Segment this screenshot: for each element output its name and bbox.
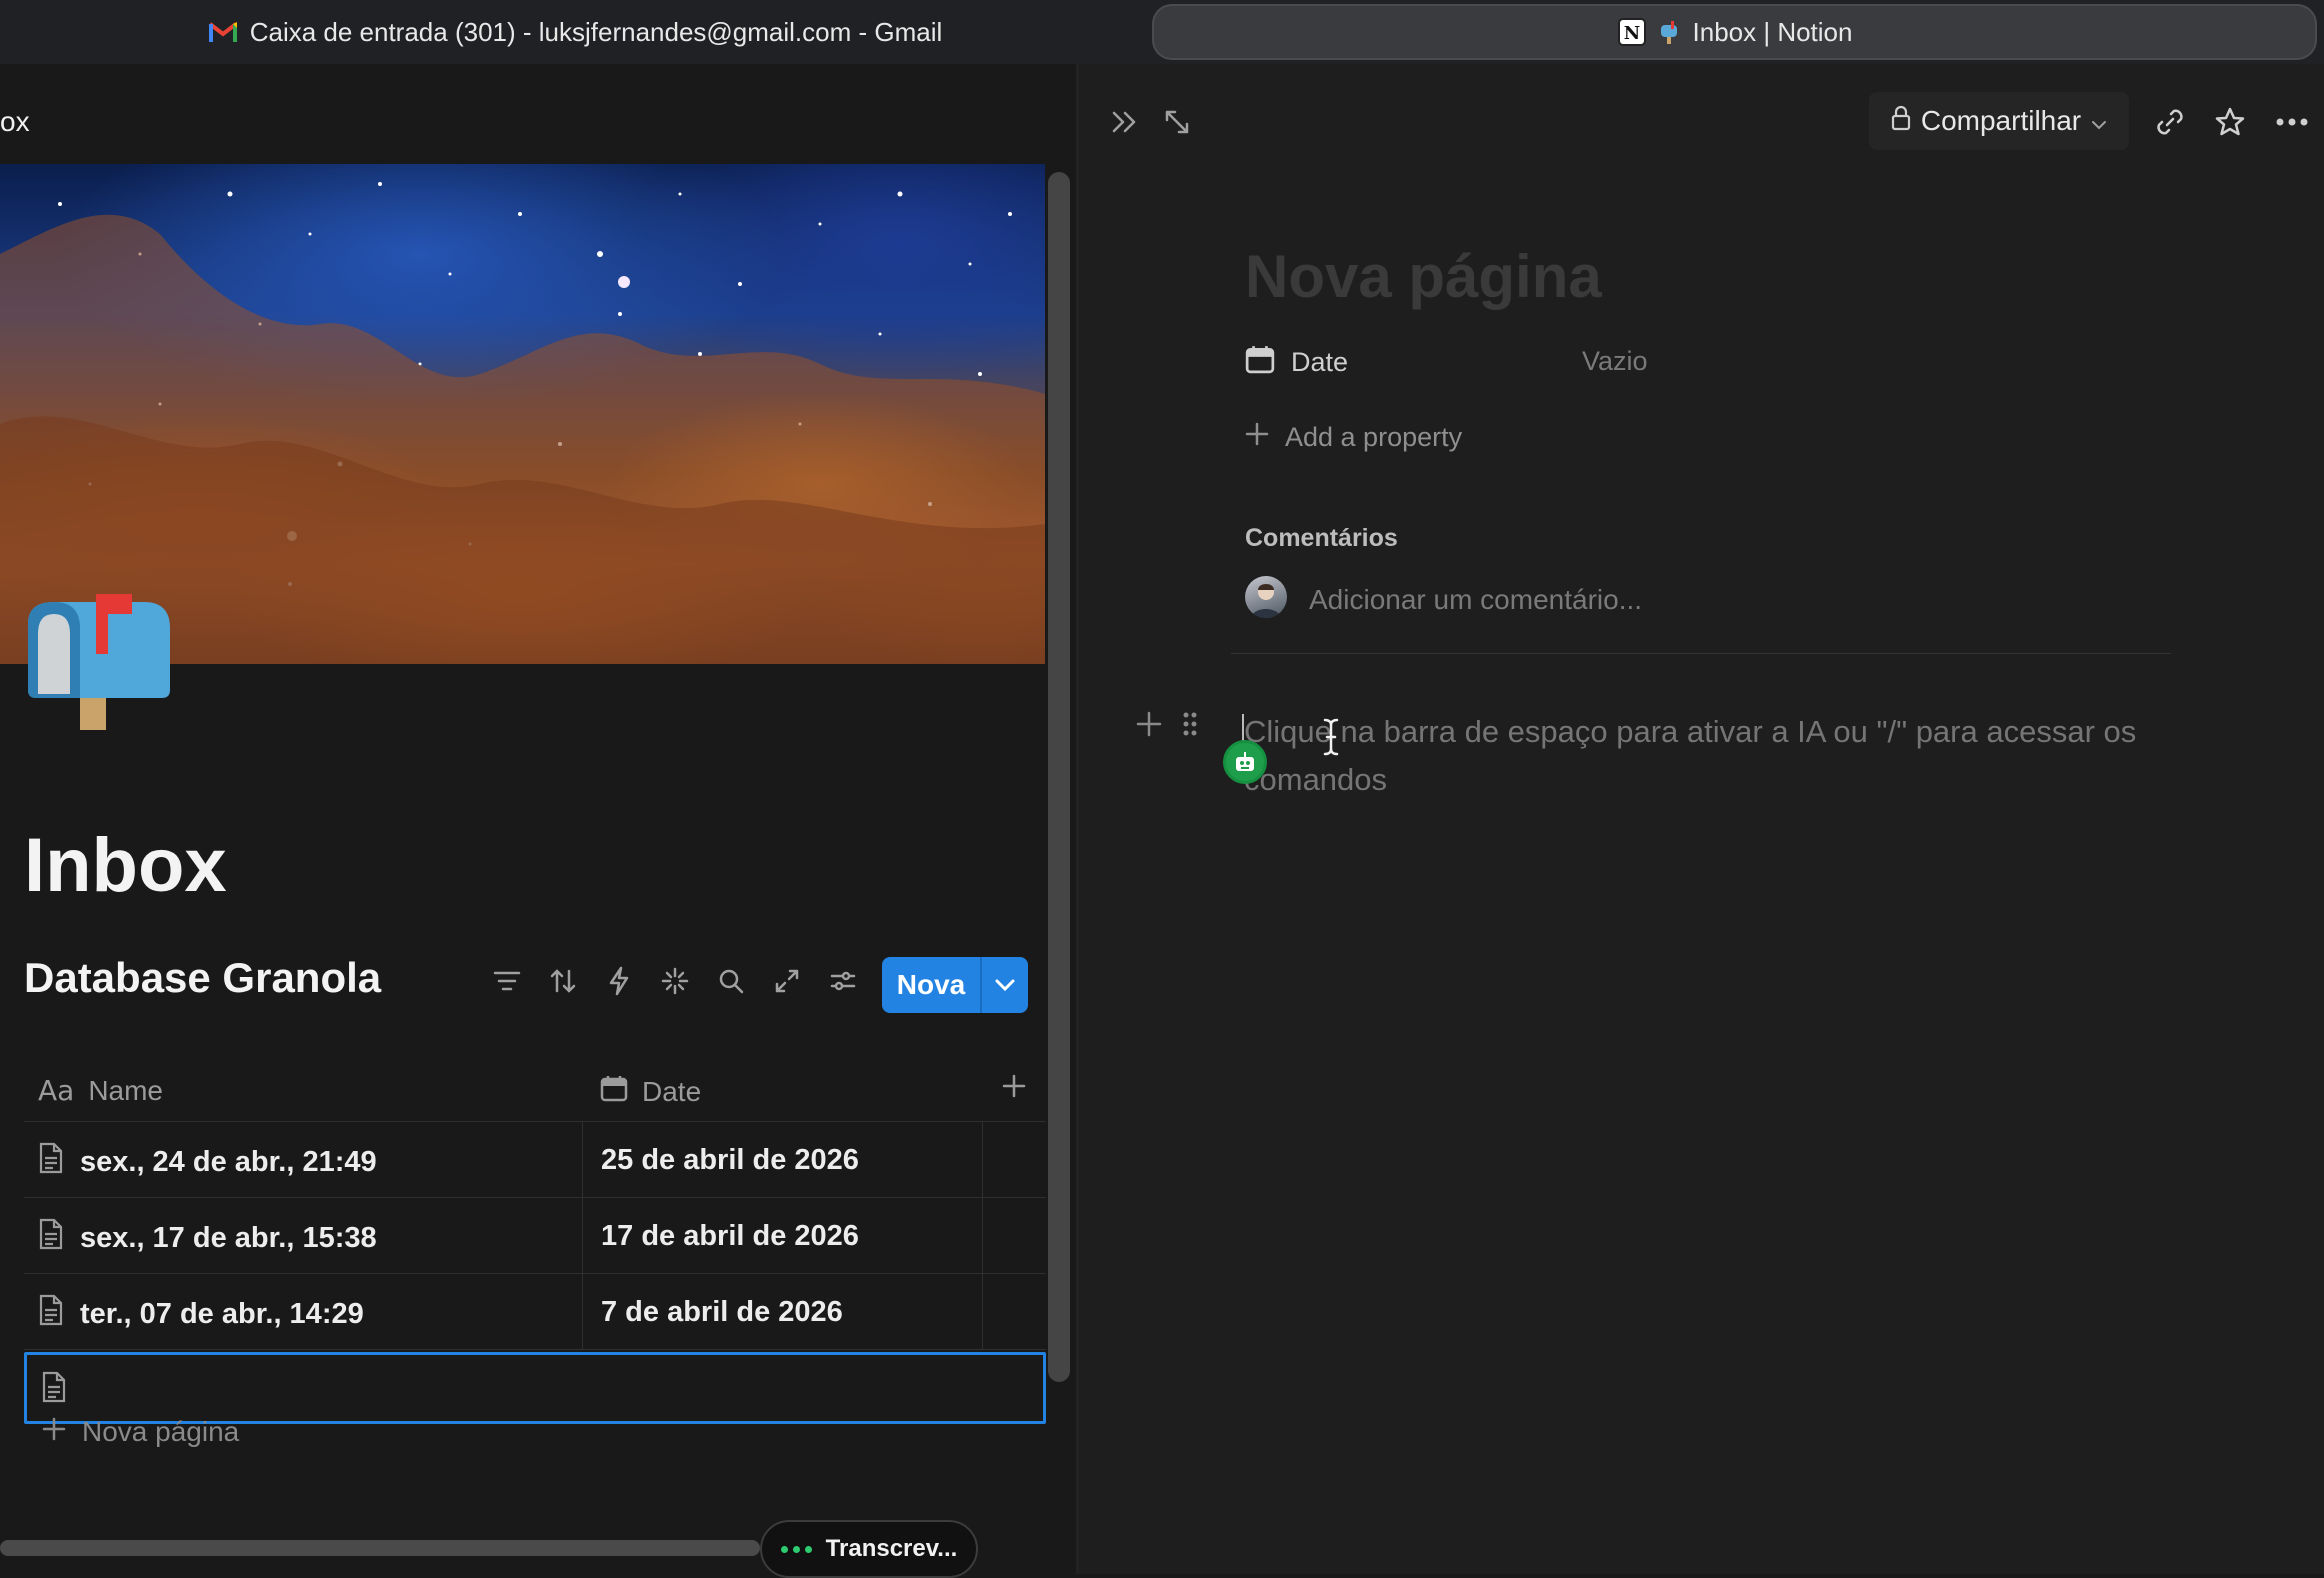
database-title[interactable]: Database Granola [24,954,381,1002]
open-full-page-icon[interactable] [1157,102,1197,142]
automation-icon[interactable] [600,962,637,999]
plus-icon [1245,422,1269,453]
browser-tab-bar: Caixa de entrada (301) - luksjfernandes@… [0,0,2324,64]
add-property-button[interactable]: Add a property [1245,422,1462,453]
table-header: Aa Name Date [24,1064,1046,1122]
new-entry-button[interactable]: Nova [882,957,1028,1013]
tab-notion[interactable]: N Inbox | Notion [1152,4,2317,60]
close-peek-icon[interactable] [1105,102,1145,142]
text-type-icon: Aa [38,1074,75,1107]
cover-image[interactable] [0,164,1045,664]
document-icon [41,1371,67,1408]
gmail-icon [208,20,238,44]
filter-icon[interactable] [488,962,525,999]
page-title[interactable]: Inbox [24,822,227,909]
star-icon[interactable] [2210,102,2250,142]
column-header-name[interactable]: Aa Name [38,1074,163,1107]
add-column-icon[interactable] [1000,1072,1028,1107]
new-page-label: Nova página [82,1416,240,1447]
column-header-date[interactable]: Date [600,1074,701,1109]
property-date[interactable]: Date [1245,344,1348,381]
drag-handle-icon[interactable] [1181,710,1199,743]
calendar-icon [600,1074,628,1109]
document-icon [38,1142,64,1182]
database-page-pane: ox Inbox Database Granola Nova Aa Name D… [0,64,1076,1578]
transcription-label: Transcrev... [825,1535,958,1562]
share-label: Compartilhar [1920,105,2082,136]
new-page-row-button[interactable]: Nova página [24,1416,239,1448]
search-icon[interactable] [712,962,749,999]
horizontal-scrollbar[interactable] [0,1540,760,1556]
calendar-icon [1245,344,1275,381]
row-name[interactable]: sex., 17 de abr., 15:38 [80,1222,377,1255]
database-toolbar [488,962,861,999]
transcription-pill[interactable]: Transcrev... [760,1520,978,1578]
notion-icon: N [1617,17,1647,47]
settings-icon[interactable] [824,962,861,999]
expand-icon[interactable] [768,962,805,999]
avatar [1245,576,1287,618]
ai-sparkle-icon[interactable] [656,962,693,999]
table-row[interactable]: sex., 24 de abr., 21:49 25 de abril de 2… [24,1122,1046,1198]
chevron-down-icon [2091,105,2107,137]
plus-icon [42,1416,66,1448]
document-icon [38,1294,64,1334]
sort-icon[interactable] [544,962,581,999]
share-button[interactable]: Compartilhar [1869,92,2129,150]
table-row-new-selected[interactable] [24,1352,1046,1424]
new-entry-label[interactable]: Nova [882,957,980,1013]
text-cursor-icon [1322,718,1340,761]
add-property-label: Add a property [1285,422,1463,452]
table-row[interactable]: ter., 07 de abr., 14:29 7 de abril de 20… [24,1274,1046,1350]
database-table: Aa Name Date sex., 24 de abr., 21:49 25 … [24,1064,1046,1424]
row-date[interactable]: 7 de abril de 2026 [601,1296,843,1329]
tab-gmail[interactable]: Caixa de entrada (301) - luksjfernandes@… [60,4,1090,60]
row-date[interactable]: 25 de abril de 2026 [601,1144,859,1177]
recording-dots-icon [780,1545,812,1553]
svg-text:N: N [1623,23,1639,44]
table-row[interactable]: sex., 17 de abr., 15:38 17 de abril de 2… [24,1198,1046,1274]
chevron-down-icon[interactable] [980,957,1028,1013]
block-handles [1135,710,1199,743]
row-date[interactable]: 17 de abril de 2026 [601,1220,859,1253]
comments-heading: Comentários [1245,524,1398,552]
property-date-label: Date [1291,347,1349,377]
property-date-value[interactable]: Vazio [1582,346,1648,377]
mailbox-icon[interactable] [24,594,174,734]
divider [1231,653,2171,654]
row-name[interactable]: sex., 24 de abr., 21:49 [80,1146,377,1179]
breadcrumb[interactable]: ox [0,106,30,138]
side-peek-panel: Compartilhar Nova página Date Vazio Add … [1079,64,2324,1574]
page-title-placeholder[interactable]: Nova página [1245,242,1602,311]
tab-notion-label: Inbox | Notion [1692,16,1853,47]
more-options-icon[interactable] [2272,102,2312,142]
mailbox-small-icon [1659,19,1681,45]
lock-icon [1891,105,1911,138]
row-name[interactable]: ter., 07 de abr., 14:29 [80,1298,364,1331]
editor-placeholder[interactable]: Clique na barra de espaço para ativar a … [1244,708,2164,804]
comment-input[interactable]: Adicionar um comentário... [1309,584,1642,616]
add-block-icon[interactable] [1135,710,1163,743]
vertical-scrollbar[interactable] [1048,172,1070,1382]
tab-gmail-label: Caixa de entrada (301) - luksjfernandes@… [249,16,943,47]
link-icon[interactable] [2150,102,2190,142]
document-icon [38,1218,64,1258]
ai-assistant-icon[interactable] [1223,740,1267,784]
